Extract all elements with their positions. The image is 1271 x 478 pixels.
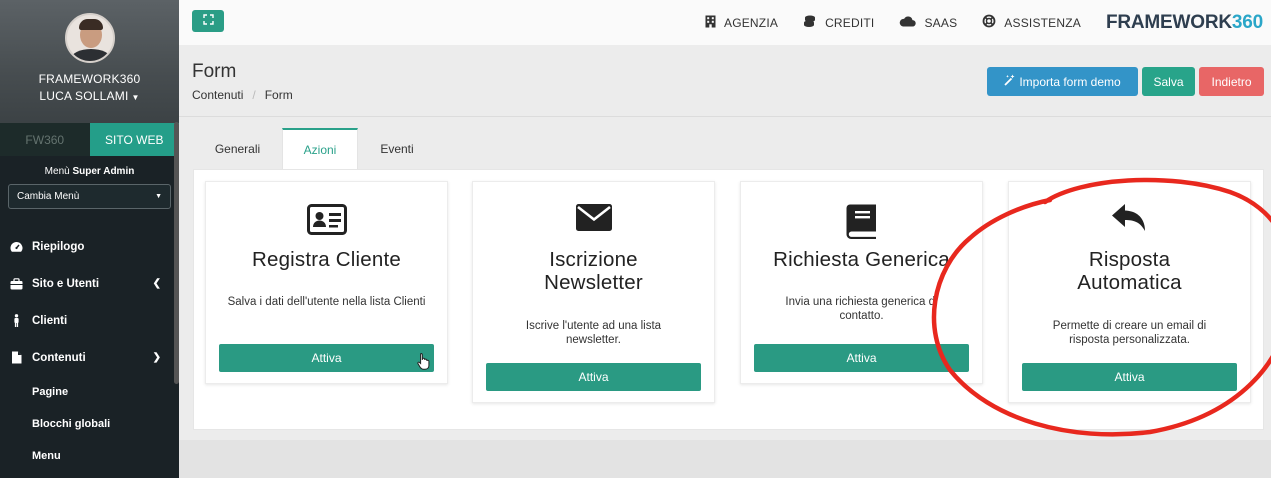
action-card-iscrizione-newsletter: Iscrizione Newsletter Iscrive l'utente a… [472,181,715,403]
nav-assistenza[interactable]: ASSISTENZA [982,14,1081,31]
header-divider [179,116,1271,117]
sidebar-item-contenuti[interactable]: Contenuti ❯ [0,339,179,376]
sidebar-scrollbar[interactable] [174,122,179,384]
sidebar-item-clienti[interactable]: Clienti [0,302,179,339]
nav-saas[interactable]: SAAS [899,16,957,30]
card-description: Salva i dati dell'utente nella lista Cli… [227,296,426,308]
sidebar-subitem-blocchi-globali[interactable]: Blocchi globali [0,408,179,440]
user-name: LUCA SOLLAMI [39,89,129,103]
hand-cursor-icon [417,352,431,375]
action-card-risposta-automatica: Risposta Automatica Permette di creare u… [1008,181,1251,403]
card-description: Permette di creare un email di risposta … [1052,320,1207,346]
card-title: Registra Cliente [251,248,402,271]
nav-crediti[interactable]: CREDITI [803,15,874,31]
file-icon [9,351,23,364]
life-ring-icon [982,14,1004,31]
magic-wand-icon [1004,74,1019,89]
sidebar-subitem-pagine[interactable]: Pagine [0,376,179,408]
framework360-logo[interactable]: FRAMEWORK360 [1106,12,1263,34]
page-title: Form [192,61,237,82]
breadcrumb-contenuti[interactable]: Contenuti [192,88,243,102]
fullscreen-button[interactable] [192,10,224,32]
profile-panel: FRAMEWORK360 LUCA SOLLAMI ▼ [0,0,179,123]
card-title: Iscrizione Newsletter [544,248,643,294]
nav-agenzia[interactable]: AGENZIA [705,15,778,31]
save-button[interactable]: Salva [1142,67,1195,96]
top-nav: AGENZIA CREDITI SAAS ASSISTENZA FRAMEWOR… [705,0,1271,45]
sidebar-item-riepilogo[interactable]: Riepilogo [0,228,179,265]
top-bar: AGENZIA CREDITI SAAS ASSISTENZA FRAMEWOR… [179,0,1271,45]
page-actions: Importa form demo Salva Indietro [987,67,1264,96]
suitcase-icon [9,277,23,290]
dashboard-icon [9,241,23,253]
breadcrumb: Contenuti / Form [192,88,293,102]
breadcrumb-form: Form [264,88,293,102]
menu-select[interactable]: Cambia Menù ▼ [8,184,171,209]
switch-sito-web[interactable]: SITO WEB [89,123,179,156]
breadcrumb-separator: / [252,88,256,102]
sidebar: FRAMEWORK360 LUCA SOLLAMI ▼ FW360 SITO WE… [0,0,179,478]
cloud-icon [899,15,924,30]
tab-bar: Generali Azioni Eventi [193,128,436,169]
caret-down-icon: ▼ [155,193,162,200]
tab-eventi[interactable]: Eventi [358,128,436,169]
id-card-icon [206,204,447,235]
action-card-registra-cliente: Registra Cliente Salva i dati dell'utent… [205,181,448,384]
envelope-icon [473,204,714,231]
book-icon [741,204,982,239]
back-button[interactable]: Indietro [1199,67,1264,96]
tab-generali[interactable]: Generali [193,128,282,169]
person-icon [9,314,23,327]
activate-button[interactable]: Attiva [1022,363,1237,391]
card-title: Richiesta Generica [773,248,950,271]
activate-button[interactable]: Attiva [219,344,434,372]
activate-button[interactable]: Attiva [754,344,969,372]
profile-brand: FRAMEWORK360 [38,72,141,86]
expand-icon [202,12,214,30]
activate-button[interactable]: Attiva [486,363,701,391]
chevron-left-icon: ❮ [152,278,161,289]
building-icon [705,15,724,31]
card-title: Risposta Automatica [1077,248,1182,294]
chevron-down-icon: ❯ [152,352,161,363]
sidebar-subitem-menu[interactable]: Menu [0,440,179,472]
site-switch: FW360 SITO WEB [0,123,179,156]
caret-down-icon: ▼ [131,93,140,102]
user-menu[interactable]: LUCA SOLLAMI ▼ [0,89,179,103]
reply-icon [1009,204,1250,235]
coins-icon [803,15,825,31]
avatar[interactable] [64,13,115,63]
tab-azioni[interactable]: Azioni [282,128,358,169]
import-demo-button[interactable]: Importa form demo [987,67,1138,96]
sidebar-item-sito-utenti[interactable]: Sito e Utenti ❮ [0,265,179,302]
menu-label: Menù Super Admin [44,166,135,177]
action-card-richiesta-generica: Richiesta Generica Invia una richiesta g… [740,181,983,384]
content-footer-area [179,440,1271,478]
card-description: Iscrive l'utente ad una lista newsletter… [525,320,662,346]
card-description: Invia una richiesta generica di contatto… [785,296,938,322]
sidebar-nav: Riepilogo Sito e Utenti ❮ Clienti Conten… [0,228,179,472]
switch-fw360[interactable]: FW360 [0,123,90,156]
